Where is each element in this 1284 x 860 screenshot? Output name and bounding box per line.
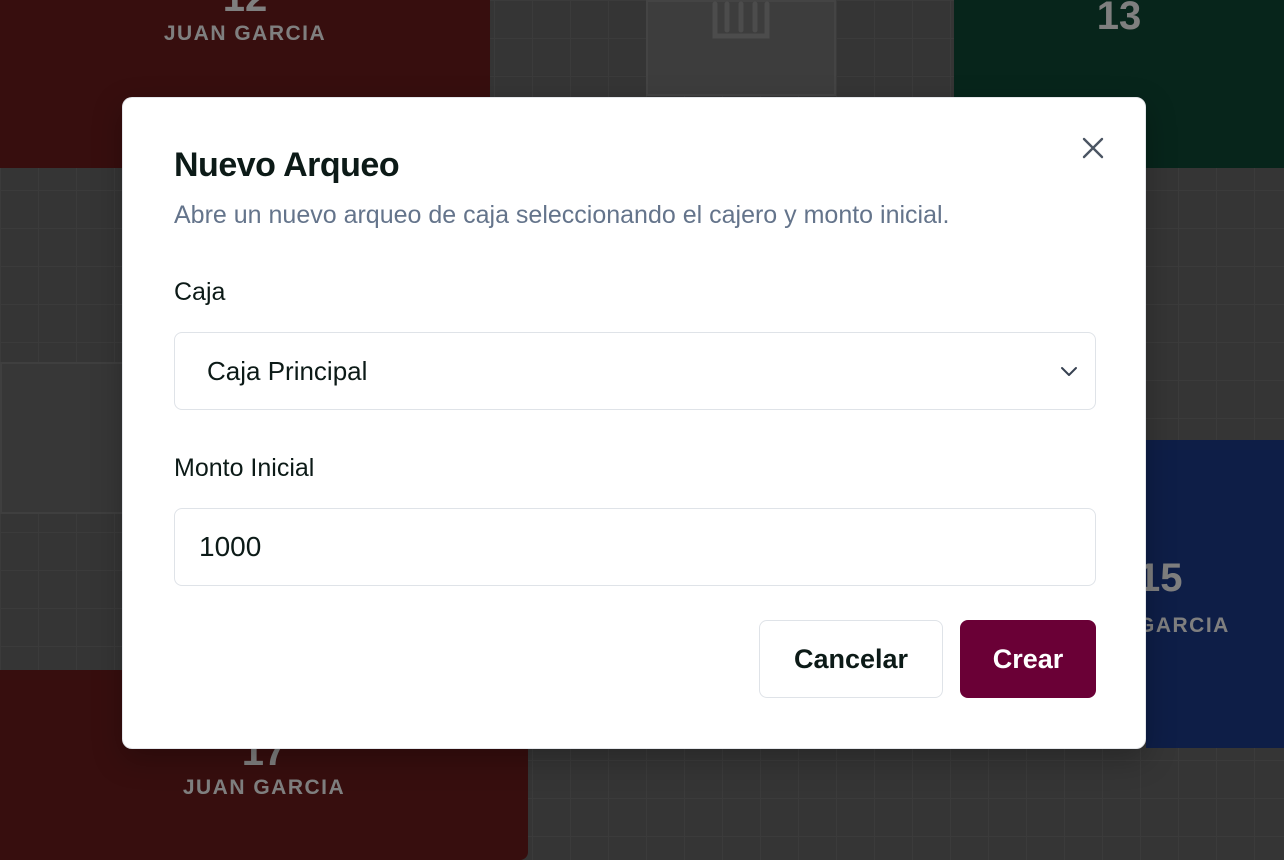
caja-select[interactable]: Caja Principal	[174, 332, 1096, 410]
chevron-down-icon	[1061, 367, 1077, 376]
cancel-button[interactable]: Cancelar	[759, 620, 943, 698]
monto-field[interactable]	[174, 508, 1096, 586]
monto-input[interactable]	[199, 531, 1095, 563]
dialog-title: Nuevo Arqueo	[174, 146, 400, 184]
close-icon	[1082, 137, 1104, 159]
close-button[interactable]	[1079, 134, 1107, 162]
caja-selected-value: Caja Principal	[207, 355, 368, 386]
monto-label: Monto Inicial	[174, 454, 315, 482]
dialog-description: Abre un nuevo arqueo de caja seleccionan…	[174, 201, 950, 229]
new-arqueo-dialog: Nuevo Arqueo Abre un nuevo arqueo de caj…	[122, 97, 1146, 749]
create-button[interactable]: Crear	[960, 620, 1096, 698]
caja-label: Caja	[174, 278, 226, 306]
